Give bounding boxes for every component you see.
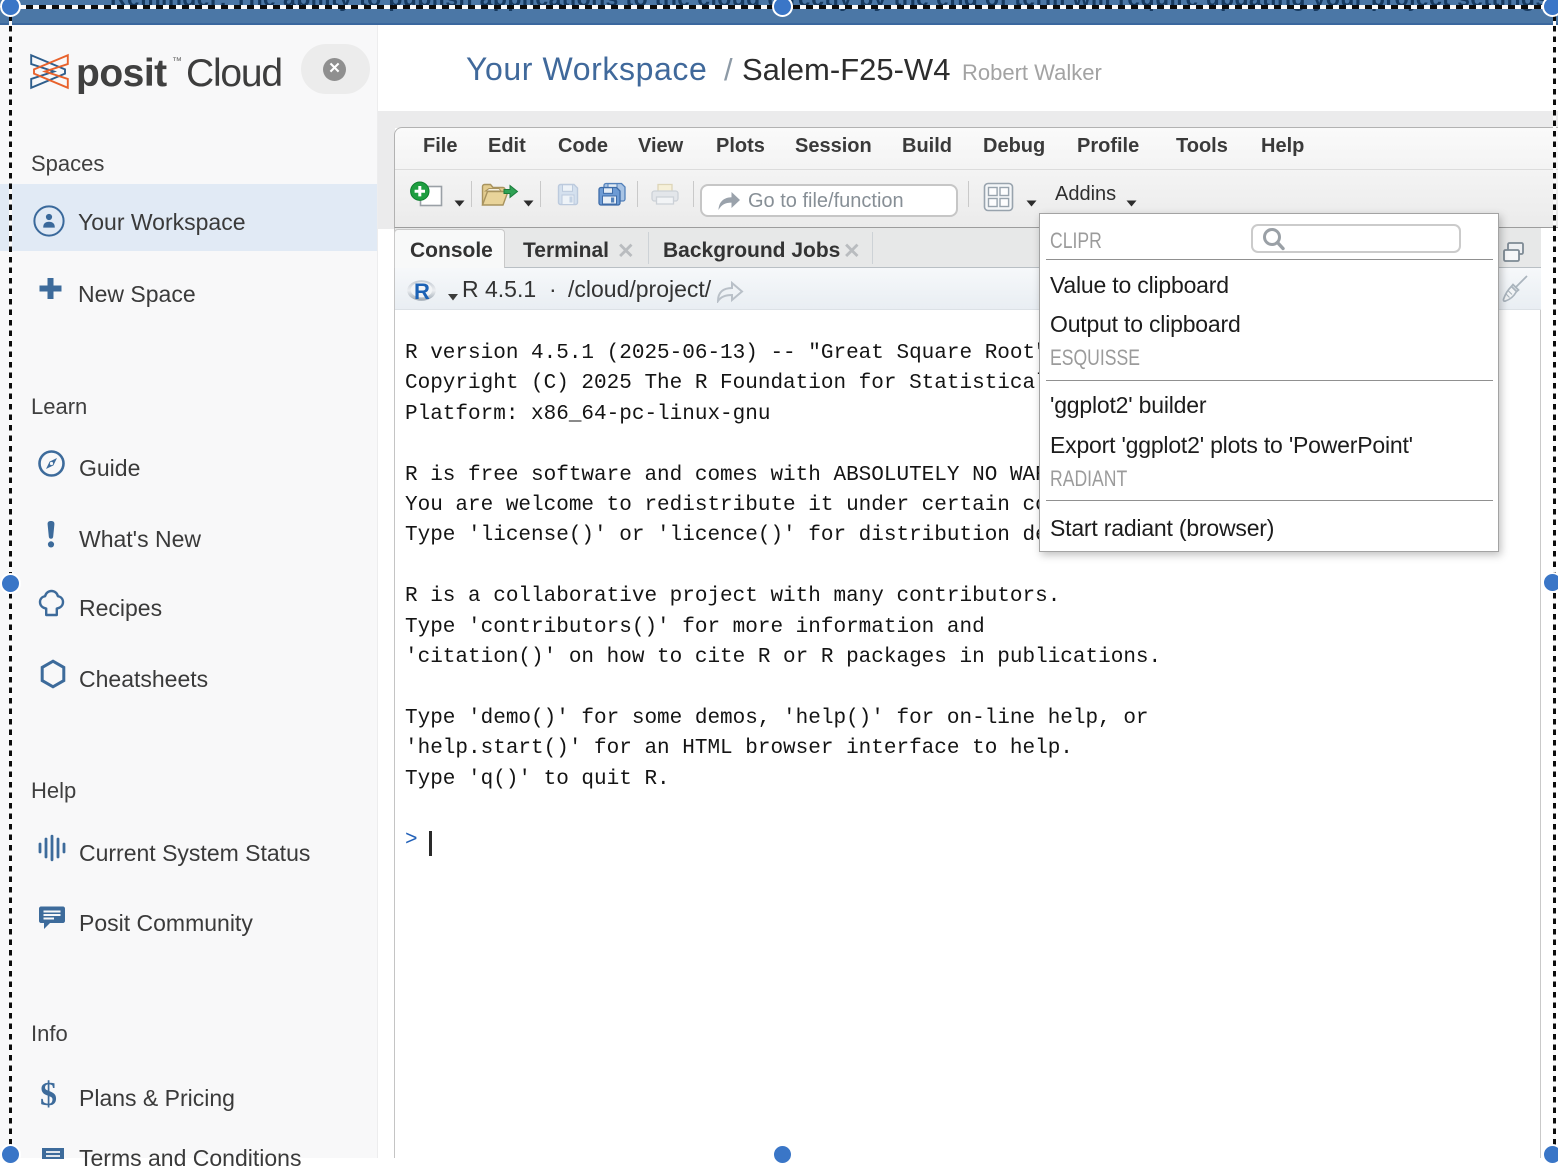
svg-text:R: R: [414, 279, 430, 302]
